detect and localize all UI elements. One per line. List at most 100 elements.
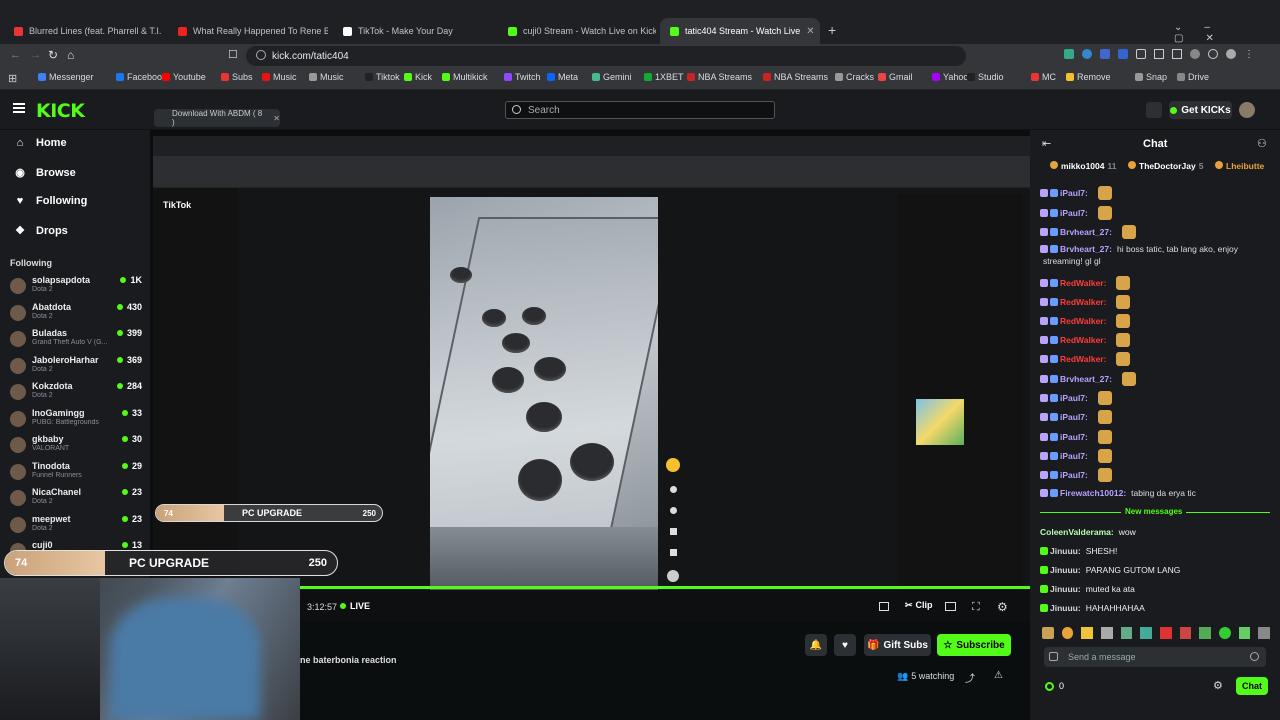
following-item[interactable]: InoGamingg PUBG: Battlegrounds 33 (10, 408, 144, 434)
notify-bell-button[interactable]: 🔔 (805, 634, 827, 656)
chat-username[interactable]: ColeenValderama: (1040, 527, 1114, 537)
close-icon[interactable]: ✕ (273, 114, 280, 123)
tiktok-action-icons[interactable] (666, 458, 680, 603)
chat-username[interactable]: RedWalker: (1060, 297, 1106, 307)
back-icon[interactable]: ← (10, 49, 21, 61)
chat-settings-icon[interactable]: ⚙ (1213, 679, 1223, 692)
emote-picker-icon[interactable] (1250, 652, 1259, 661)
chat-username[interactable]: iPaul7: (1060, 451, 1088, 461)
bookmark-item[interactable]: Yahoo (932, 72, 968, 82)
chat-username[interactable]: Brvheart_27: (1060, 374, 1112, 384)
bookmark-item[interactable]: Snap (1135, 72, 1167, 82)
bookmark-item[interactable]: Facebook (116, 72, 167, 82)
emote-row[interactable] (1042, 627, 1271, 641)
reload-icon[interactable]: ↻ (48, 48, 58, 62)
url-field[interactable]: kick.com/tatic404 (246, 46, 966, 66)
chat-input[interactable]: Send a message (1044, 647, 1266, 667)
home-icon[interactable]: ⌂ (67, 48, 74, 62)
bookmark-item[interactable]: Kick (404, 72, 432, 82)
bookmark-item[interactable]: Subs (221, 72, 253, 82)
kicks-balance[interactable]: 0 (1045, 681, 1064, 691)
following-item[interactable]: Tinodota Funnel Runners 29 (10, 461, 144, 487)
dashboard-icon[interactable] (1146, 102, 1162, 118)
bookmark-item[interactable]: Tiktok (365, 72, 400, 82)
pip-icon[interactable] (945, 602, 956, 611)
avatar[interactable] (1239, 102, 1255, 118)
apps-icon[interactable]: ⊞ (8, 72, 17, 85)
chat-username[interactable]: Brvheart_27: (1060, 244, 1112, 254)
browser-tab[interactable]: Blurred Lines (feat. Pharrell & T.I. (4, 18, 164, 44)
chat-users-icon[interactable]: ⚇ (1257, 137, 1267, 150)
bookmark-item[interactable]: NBA Streams (763, 72, 828, 82)
menu-icon[interactable] (13, 103, 25, 113)
browser-tab[interactable]: TikTok - Make Your Day (333, 18, 493, 44)
bookmark-item[interactable]: Gmail (878, 72, 913, 82)
search-input[interactable]: Search (505, 101, 775, 119)
chat-input-emoji-icon[interactable] (1049, 652, 1058, 661)
bookmark-item[interactable]: Twitch (504, 72, 541, 82)
nav-drops[interactable]: ❖ Drops (14, 224, 68, 238)
chat-username[interactable]: iPaul7: (1060, 412, 1088, 422)
collapse-chat-icon[interactable]: ⇤ (1042, 137, 1051, 150)
top-gifter[interactable]: Lheibutte (1215, 161, 1267, 171)
bookmark-item[interactable]: NBA Streams (687, 72, 752, 82)
following-item[interactable]: gkbaby VALORANT 30 (10, 434, 144, 460)
bookmark-item[interactable]: Multikick (442, 72, 488, 82)
chat-username[interactable]: iPaul7: (1060, 208, 1088, 218)
following-item[interactable]: meepwet Dota 2 23 (10, 514, 144, 540)
chat-username[interactable]: Brvheart_27: (1060, 227, 1112, 237)
bookmark-item[interactable]: Messenger (38, 72, 94, 82)
browser-tab[interactable]: What Really Happened To Rene Bate (168, 18, 328, 44)
chat-username[interactable]: Jinuuu: (1050, 603, 1081, 613)
share-icon[interactable]: ⤴ (965, 670, 975, 685)
theater-icon[interactable] (879, 602, 889, 611)
chat-username[interactable]: RedWalker: (1060, 335, 1106, 345)
chat-username[interactable]: Jinuuu: (1050, 546, 1081, 556)
close-tab-icon[interactable]: ✕ (806, 26, 814, 37)
fullscreen-icon[interactable]: ⛶ (972, 601, 980, 614)
follow-heart-button[interactable]: ♥ (834, 634, 856, 656)
top-gifter[interactable]: TheDoctorJay 5 (1128, 161, 1203, 171)
settings-gear-icon[interactable]: ⚙ (997, 600, 1008, 614)
bookmark-item[interactable]: Gemini (592, 72, 632, 82)
report-icon[interactable]: ⚠ (994, 670, 1003, 681)
nav-following[interactable]: ♥ Following (14, 195, 88, 207)
get-kicks-button[interactable]: Get KICKs (1169, 101, 1232, 119)
following-item[interactable]: Abatdota Dota 2 430 (10, 302, 144, 328)
extensions-icons[interactable]: ⋮ (1064, 49, 1272, 63)
bookmark-page-icon[interactable]: ☐ (228, 48, 238, 61)
following-item[interactable]: NicaChanel Dota 2 23 (10, 487, 144, 513)
bookmark-item[interactable]: Youtube (162, 72, 206, 82)
forward-icon[interactable]: → (30, 49, 41, 61)
kick-logo[interactable]: KICK (36, 100, 85, 122)
bookmark-item[interactable]: Music (309, 72, 344, 82)
nav-browse[interactable]: ◉ Browse (14, 166, 76, 180)
subscribe-button[interactable]: ☆ Subscribe (937, 634, 1011, 656)
chat-username[interactable]: iPaul7: (1060, 470, 1088, 480)
chat-username[interactable]: RedWalker: (1060, 278, 1106, 288)
window-controls[interactable]: ⌄–▢✕ (1174, 22, 1280, 44)
following-item[interactable]: JaboleroHarhar Dota 2 369 (10, 355, 144, 381)
clip-button[interactable]: ✂ Clip (905, 600, 933, 611)
browser-tab[interactable]: cuji0 Stream - Watch Live on Kick (498, 18, 656, 44)
bookmark-item[interactable]: Remove (1066, 72, 1111, 82)
chat-username[interactable]: Jinuuu: (1050, 565, 1081, 575)
bookmark-item[interactable]: MC (1031, 72, 1056, 82)
browser-tab[interactable]: tatic404 Stream - Watch Live ✕ (660, 18, 820, 44)
bookmark-item[interactable]: Studio (967, 72, 1004, 82)
top-gifter[interactable]: mikko1004 11 (1050, 161, 1116, 171)
nav-home[interactable]: ⌂ Home (14, 137, 67, 149)
chat-username[interactable]: RedWalker: (1060, 316, 1106, 326)
following-item[interactable]: solapsapdota Dota 2 1K (10, 275, 144, 301)
bookmark-item[interactable]: 1XBET (644, 72, 684, 82)
bookmark-item[interactable]: Drive (1177, 72, 1209, 82)
following-item[interactable]: Buladas Grand Theft Auto V (G... 399 (10, 328, 144, 354)
chat-username[interactable]: RedWalker: (1060, 354, 1106, 364)
chat-username[interactable]: iPaul7: (1060, 432, 1088, 442)
tiktok-video[interactable] (430, 197, 658, 602)
bookmark-item[interactable]: Cracks (835, 72, 874, 82)
download-abdm-button[interactable]: Download With ABDM ( 8 ) ✕ (154, 109, 280, 127)
chat-username[interactable]: Jinuuu: (1050, 584, 1081, 594)
chat-username[interactable]: iPaul7: (1060, 188, 1088, 198)
chat-username[interactable]: iPaul7: (1060, 393, 1088, 403)
